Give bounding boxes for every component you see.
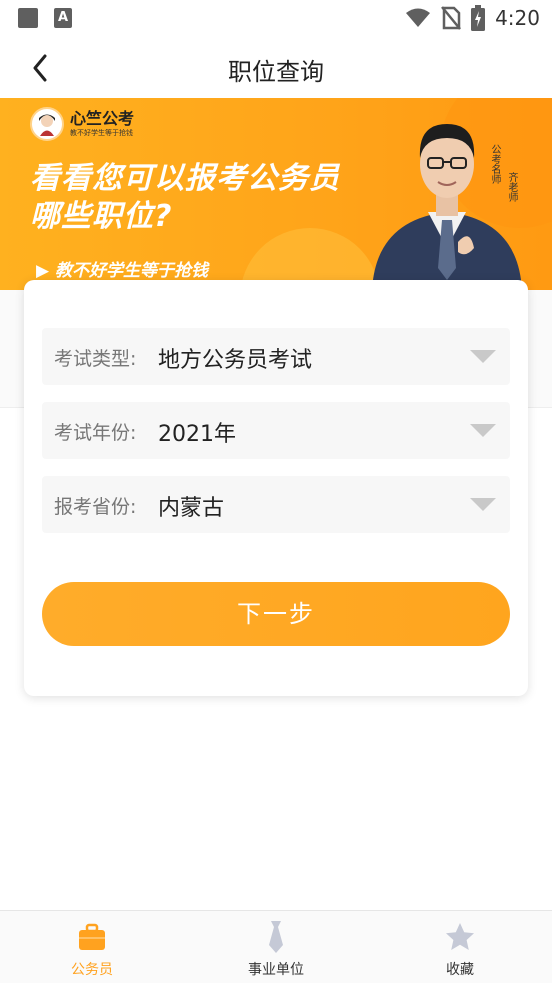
nav-label: 公务员 — [71, 962, 113, 978]
nav-label: 事业单位 — [248, 962, 304, 978]
exam-type-value: 地方公务员考试 — [158, 348, 313, 373]
nav-item-favorites[interactable]: 收藏 — [368, 911, 552, 983]
no-sim-icon — [441, 6, 462, 30]
province-value: 内蒙古 — [158, 496, 225, 521]
status-time: 4:20 — [495, 6, 540, 30]
next-step-button[interactable]: 下一步 — [42, 582, 510, 646]
exam-year-select[interactable]: 考试年份: 2021年 — [42, 402, 510, 459]
star-icon — [446, 923, 474, 950]
exam-type-label: 考试类型: — [54, 348, 137, 370]
logo-name: 心竺公考 — [70, 109, 135, 128]
exam-year-value: 2021年 — [158, 422, 236, 447]
logo-avatar-icon — [30, 107, 64, 141]
headline-line-2: 哪些职位? — [30, 199, 173, 234]
page-title: 职位查询 — [228, 58, 324, 86]
headline-line-1: 看看您可以报考公务员 — [30, 161, 340, 196]
dropdown-caret-icon — [470, 350, 496, 363]
banner-headline: 看看您可以报考公务员 哪些职位? — [30, 160, 340, 236]
app-header: 职位查询 — [0, 38, 552, 98]
nav-label: 收藏 — [446, 962, 474, 978]
nav-item-civil-servant[interactable]: 公务员 — [0, 911, 184, 983]
bottom-nav: 公务员 事业单位 收藏 — [0, 910, 552, 983]
promo-banner[interactable]: 心竺公考 教不好学生等于抢钱 看看您可以报考公务员 哪些职位? ▶ 教不好学生等… — [0, 98, 552, 290]
province-select[interactable]: 报考省份: 内蒙古 — [42, 476, 510, 533]
dropdown-caret-icon — [470, 424, 496, 437]
tie-icon — [269, 921, 283, 953]
status-bar: A 4:20 — [0, 0, 552, 38]
notification-a-icon: A — [54, 8, 72, 28]
teacher-tag: 公考名师 — [489, 144, 500, 184]
query-form-card: 考试类型: 地方公务员考试 考试年份: 2021年 报考省份: 内蒙古 下一步 — [24, 280, 528, 696]
province-label: 报考省份: — [54, 496, 137, 518]
exam-year-label: 考试年份: — [54, 422, 137, 444]
exam-type-select[interactable]: 考试类型: 地方公务员考试 — [42, 328, 510, 385]
teacher-name: 齐老师 — [506, 172, 517, 202]
nav-item-public-institution[interactable]: 事业单位 — [184, 911, 368, 983]
dropdown-caret-icon — [470, 498, 496, 511]
logo-slogan: 教不好学生等于抢钱 — [70, 129, 133, 137]
wifi-icon — [406, 8, 431, 27]
notification-square-icon — [18, 8, 38, 28]
brand-logo: 心竺公考 教不好学生等于抢钱 — [30, 107, 134, 141]
banner-subline: ▶ 教不好学生等于抢钱 — [36, 261, 208, 281]
briefcase-icon — [79, 923, 105, 950]
battery-icon — [471, 5, 486, 31]
